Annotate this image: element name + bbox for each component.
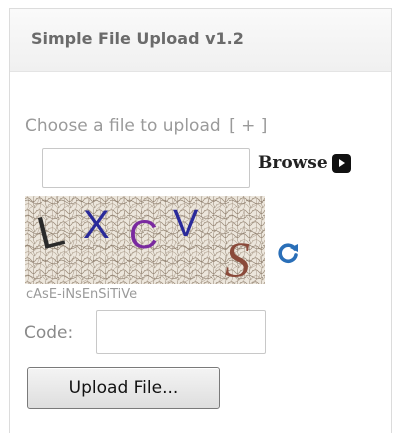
- add-file-link[interactable]: [ + ]: [229, 116, 267, 136]
- captcha-letter: C: [129, 213, 158, 257]
- captcha-letter: S: [225, 231, 250, 284]
- browse-label: Browse: [258, 153, 328, 173]
- panel-header: Simple File Upload v1.2: [10, 9, 391, 72]
- captcha-image: L X C V S: [25, 196, 265, 284]
- file-path-input[interactable]: [42, 148, 250, 188]
- captcha-noise: L X C V S: [25, 196, 265, 284]
- captcha-letter: X: [83, 203, 110, 247]
- panel-title: Simple File Upload v1.2: [31, 29, 244, 48]
- browse-arrow-icon: [331, 153, 351, 173]
- captcha-code-input[interactable]: [96, 310, 266, 354]
- refresh-icon[interactable]: [275, 240, 301, 266]
- choose-file-label: Choose a file to upload: [25, 116, 221, 136]
- upload-file-button[interactable]: Upload File...: [27, 367, 220, 409]
- captcha-letter: V: [173, 203, 199, 245]
- browse-button[interactable]: Browse: [258, 153, 351, 173]
- case-insensitive-hint: cAsE-iNsEnSiTiVe: [26, 287, 138, 302]
- choose-file-row: Choose a file to upload [ + ]: [25, 116, 267, 136]
- code-label: Code:: [24, 323, 74, 343]
